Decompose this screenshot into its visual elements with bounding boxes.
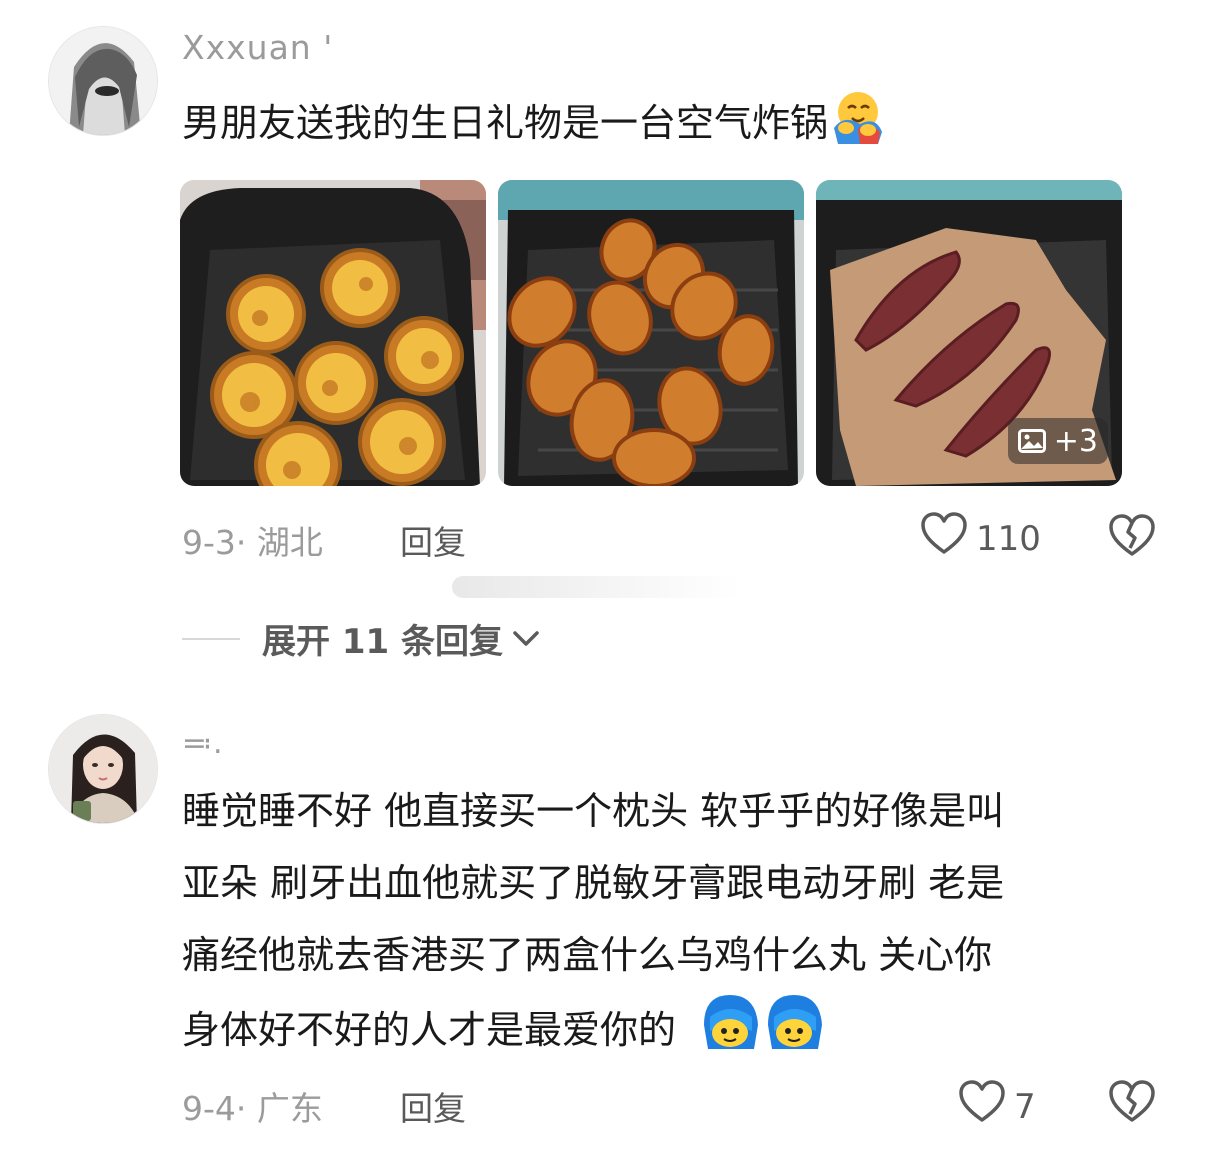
- comment-text-line: 身体好不好的人才是最爱你的: [182, 1008, 677, 1052]
- like-button[interactable]: 110: [920, 512, 1041, 565]
- heart-outline-icon: [958, 1080, 1006, 1133]
- photo-chicken-wings[interactable]: [498, 180, 804, 486]
- more-photos-badge[interactable]: +3: [1007, 418, 1108, 464]
- scroll-indicator: [452, 576, 742, 598]
- comment-text-line: 睡觉睡不好 他直接买一个枕头 软乎乎的好像是叫: [182, 789, 1005, 833]
- heart-outline-icon: [920, 512, 968, 565]
- photo-sweet-potatoes[interactable]: +3: [816, 180, 1122, 486]
- blue-hair-face-emoji-icon: [700, 991, 824, 1074]
- reply-button[interactable]: 回复: [400, 516, 466, 564]
- dislike-button[interactable]: [1108, 1080, 1156, 1128]
- like-count: 110: [976, 518, 1041, 559]
- avatar[interactable]: [48, 26, 158, 136]
- comment-text-line: 痛经他就去香港买了两盒什么乌鸡什么丸 关心你: [182, 933, 993, 977]
- more-photos-count: +3: [1053, 423, 1098, 459]
- hugging-face-emoji-icon: [828, 88, 884, 167]
- comment-text: 男朋友送我的生日礼物是一台空气炸锅: [182, 87, 1142, 167]
- like-count: 7: [1014, 1086, 1036, 1127]
- broken-heart-icon: [1108, 1080, 1156, 1128]
- dislike-button[interactable]: [1108, 514, 1156, 562]
- comment-text-last-line: 身体好不好的人才是最爱你的: [182, 991, 1142, 1074]
- reply-button[interactable]: 回复: [400, 1082, 466, 1130]
- chevron-down-icon: [511, 619, 541, 659]
- like-button[interactable]: 7: [958, 1080, 1036, 1133]
- expand-replies-label: 展开 11 条回复: [262, 622, 503, 662]
- divider-line: [182, 637, 240, 640]
- comment-text-content: 男朋友送我的生日礼物是一台空气炸锅: [182, 101, 829, 145]
- comment-text-line: 亚朵 刷牙出血他就买了脱敏牙膏跟电动牙刷 老是: [182, 861, 1005, 905]
- photo-egg-tarts[interactable]: [180, 180, 486, 486]
- avatar[interactable]: [48, 714, 158, 824]
- date-location: 9-4· 广东: [182, 1089, 323, 1128]
- comment-text: 睡觉睡不好 他直接买一个枕头 软乎乎的好像是叫 亚朵 刷牙出血他就买了脱敏牙膏跟…: [182, 775, 1142, 1074]
- broken-heart-icon: [1108, 514, 1156, 562]
- username[interactable]: Xxxuan ': [182, 28, 333, 67]
- image-icon: [1017, 429, 1046, 453]
- date-location: 9-3· 湖北: [182, 523, 323, 562]
- expand-replies-button[interactable]: 展开 11 条回复: [182, 614, 541, 663]
- username[interactable]: ≕.: [182, 726, 224, 761]
